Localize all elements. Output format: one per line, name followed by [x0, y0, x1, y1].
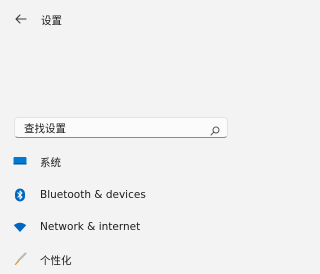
sidebar-item-label: Network & internet — [40, 221, 141, 233]
sidebar-item-label: 个性化 — [40, 255, 72, 267]
sidebar-item-label: Bluetooth & devices — [40, 189, 146, 201]
app-title: 设置 — [41, 15, 62, 27]
bluetooth-icon — [13, 188, 27, 202]
search-input[interactable]: 查找设置 — [24, 121, 66, 136]
wifi-icon — [13, 220, 27, 234]
sidebar-item-network-internet[interactable]: Network & internet — [6, 214, 246, 242]
sidebar-item-personalization[interactable]: 个性化 — [6, 246, 246, 274]
title-bar: 设置 — [0, 0, 293, 40]
search-box[interactable]: 查找设置 — [14, 117, 228, 138]
sidebar-item-system[interactable]: 系统 — [6, 148, 246, 176]
back-button[interactable] — [10, 10, 32, 30]
brush-icon — [13, 252, 27, 266]
sidebar-item-bluetooth-devices[interactable]: Bluetooth & devices — [6, 182, 246, 210]
sidebar-item-label: 系统 — [40, 157, 61, 169]
back-arrow-icon — [15, 13, 27, 28]
search-icon[interactable] — [209, 122, 221, 136]
system-display-icon — [13, 154, 27, 168]
